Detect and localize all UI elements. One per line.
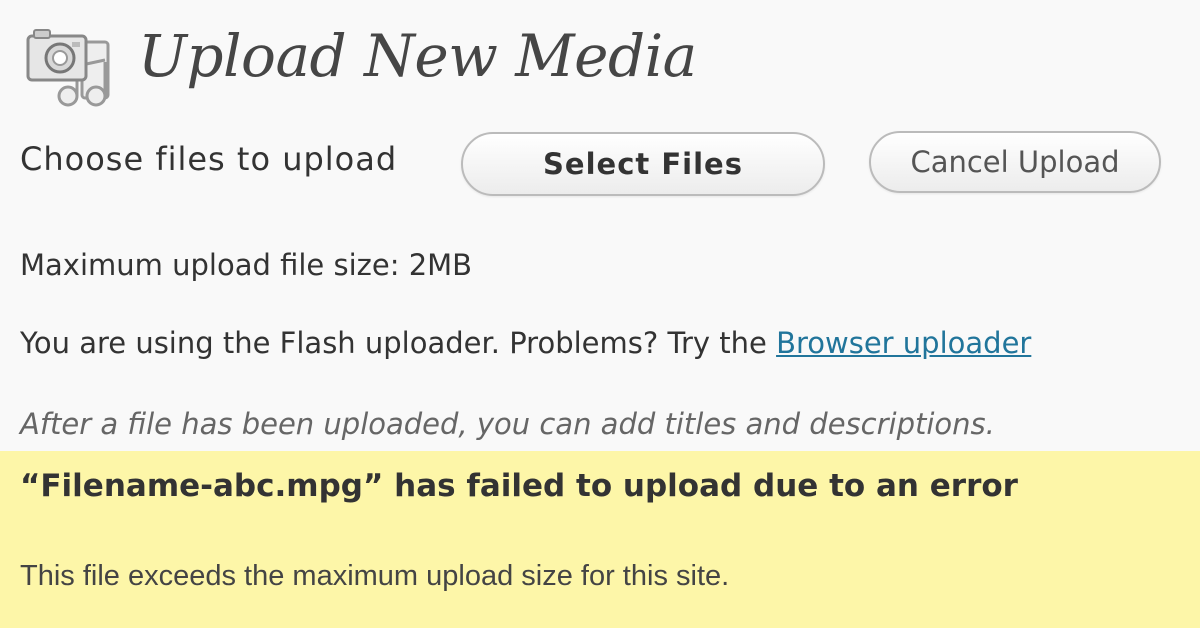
media-upload-icon bbox=[24, 22, 116, 110]
page-title: Upload New Media bbox=[138, 22, 697, 90]
flash-uploader-text: You are using the Flash uploader. Proble… bbox=[20, 326, 777, 360]
max-upload-size-text: Maximum upload file size: 2MB bbox=[20, 248, 473, 282]
upload-media-page: Upload New Media Choose files to upload … bbox=[0, 0, 1200, 628]
error-detail: This file exceeds the maximum upload siz… bbox=[20, 560, 730, 592]
choose-files-label: Choose files to upload bbox=[20, 140, 398, 178]
select-files-button[interactable]: Select Files bbox=[461, 132, 825, 196]
upload-hint-text: After a file has been uploaded, you can … bbox=[20, 407, 995, 441]
browser-uploader-link[interactable]: Browser uploader bbox=[776, 326, 1031, 360]
flash-uploader-notice: You are using the Flash uploader. Proble… bbox=[20, 326, 1031, 360]
cancel-upload-button[interactable]: Cancel Upload bbox=[869, 131, 1161, 193]
error-title: “Filename-abc.mpg” has failed to upload … bbox=[20, 468, 1018, 504]
